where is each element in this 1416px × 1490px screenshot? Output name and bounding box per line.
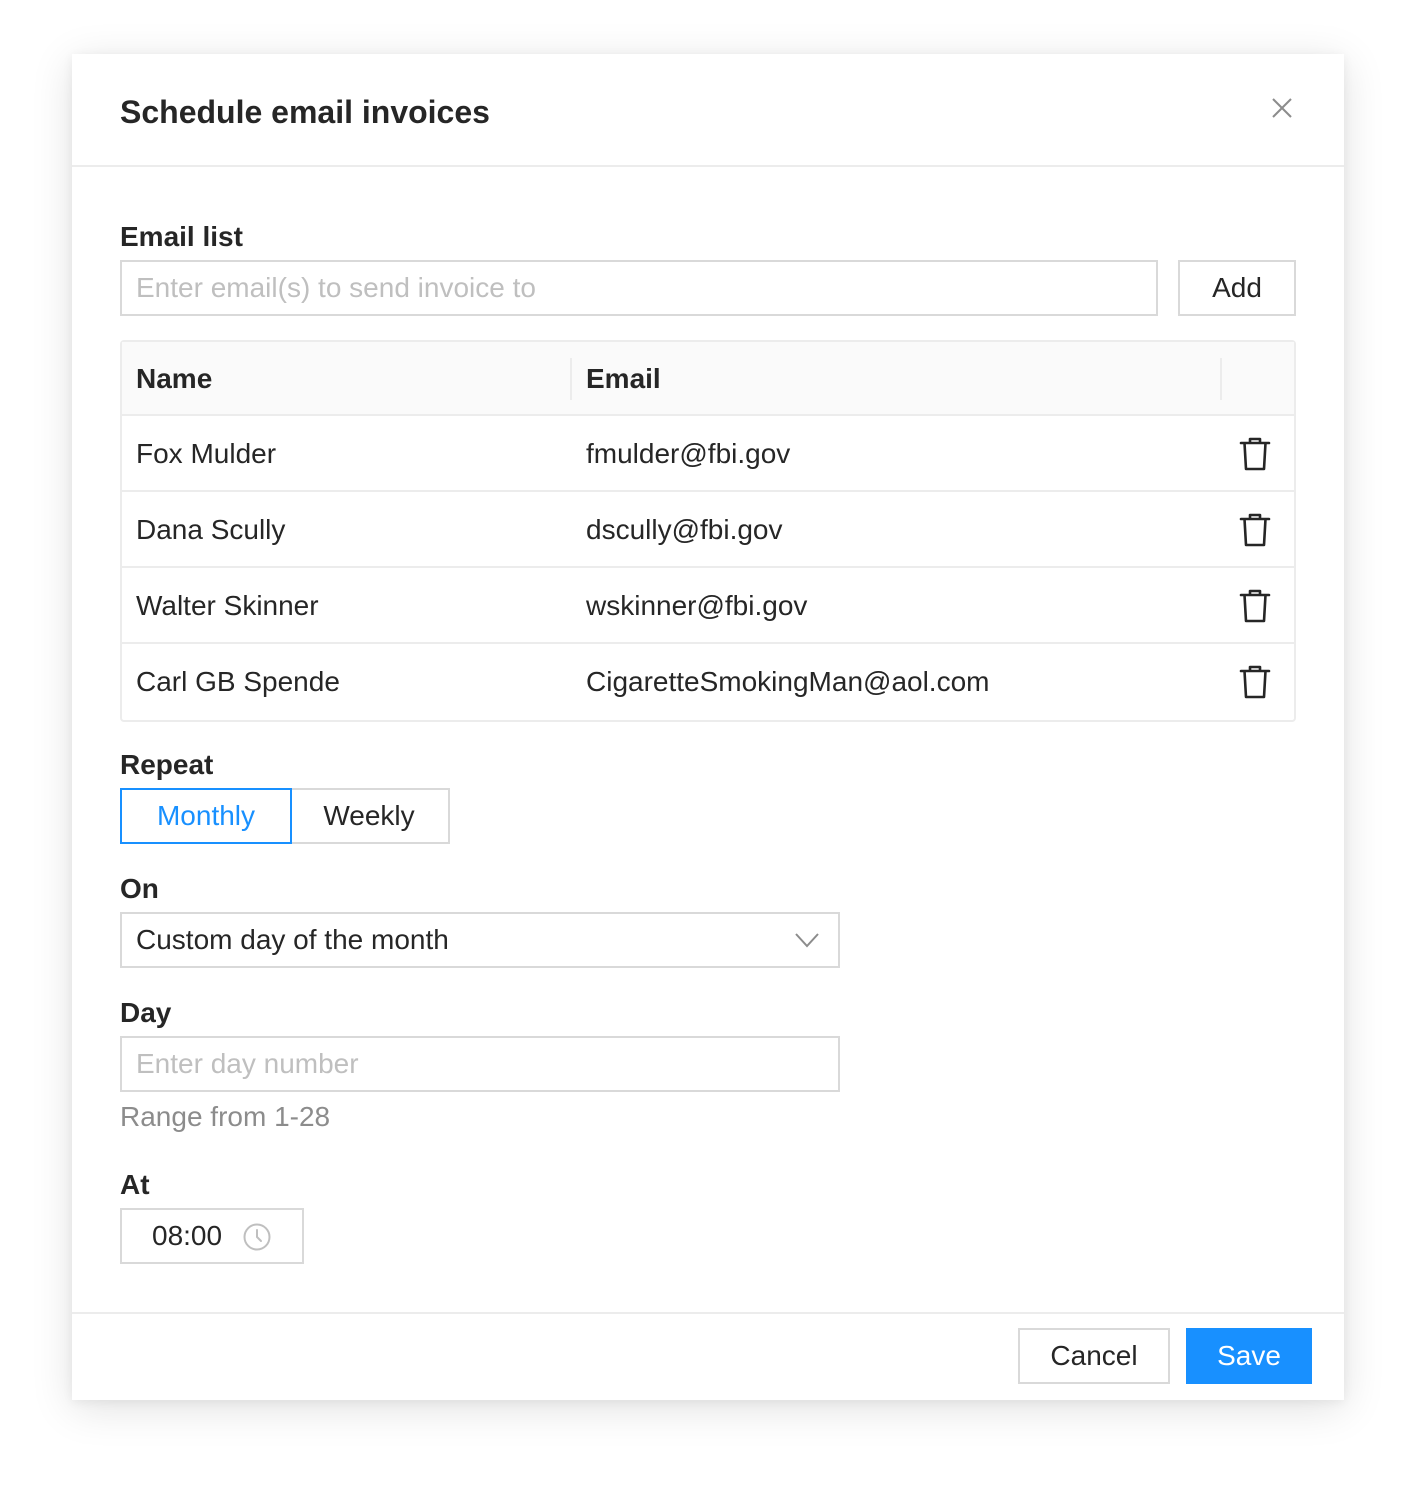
repeat-label: Repeat <box>120 749 214 780</box>
row-name: Dana Scully <box>136 514 286 545</box>
clock-icon <box>243 1223 271 1251</box>
delete-row-button[interactable] <box>1238 512 1272 548</box>
trash-icon <box>1239 437 1271 471</box>
cancel-button[interactable]: Cancel <box>1018 1328 1170 1384</box>
at-label: At <box>120 1169 150 1200</box>
dialog-header: Schedule email invoices <box>72 54 1344 167</box>
close-button[interactable] <box>1268 94 1296 122</box>
table-row: Walter Skinner wskinner@fbi.gov <box>122 568 1294 644</box>
chevron-down-icon <box>795 933 819 948</box>
row-email: dscully@fbi.gov <box>586 514 783 545</box>
table-row: Fox Mulder fmulder@fbi.gov <box>122 416 1294 492</box>
row-name: Fox Mulder <box>136 438 277 469</box>
table-row: Dana Scully dscully@fbi.gov <box>122 492 1294 568</box>
column-header-email: Email <box>586 363 661 394</box>
email-input[interactable] <box>120 260 1158 316</box>
time-value: 08:00 <box>152 1220 223 1251</box>
trash-icon <box>1239 589 1271 623</box>
repeat-option-weekly[interactable]: Weekly <box>290 788 450 844</box>
trash-icon <box>1239 513 1271 547</box>
repeat-option-monthly[interactable]: Monthly <box>120 788 292 844</box>
on-label: On <box>120 873 159 904</box>
column-divider <box>1220 358 1222 400</box>
trash-icon <box>1239 665 1271 699</box>
email-list-label: Email list <box>120 221 243 252</box>
row-email: wskinner@fbi.gov <box>586 590 808 621</box>
time-picker[interactable]: 08:00 <box>120 1208 304 1264</box>
day-help-text: Range from 1-28 <box>120 1101 331 1132</box>
day-label: Day <box>120 997 172 1028</box>
row-email: fmulder@fbi.gov <box>586 438 791 469</box>
row-name: Walter Skinner <box>136 590 319 621</box>
column-header-name: Name <box>136 363 213 394</box>
delete-row-button[interactable] <box>1238 436 1272 472</box>
dialog-title: Schedule email invoices <box>120 94 490 130</box>
add-email-button[interactable]: Add <box>1178 260 1296 316</box>
day-input[interactable] <box>120 1036 840 1092</box>
on-select-value: Custom day of the month <box>136 924 449 955</box>
column-divider <box>570 358 572 400</box>
row-email: CigaretteSmokingMan@aol.com <box>586 666 990 697</box>
table-row: Carl GB Spende CigaretteSmokingMan@aol.c… <box>122 644 1294 720</box>
email-table: Name Email Fox Mulder fmulder@fbi.gov Da… <box>120 340 1296 722</box>
close-icon <box>1272 98 1292 118</box>
delete-row-button[interactable] <box>1238 588 1272 624</box>
on-select[interactable]: Custom day of the month <box>120 912 840 968</box>
table-header: Name Email <box>122 342 1294 416</box>
schedule-email-dialog: Schedule email invoices Email list Add N… <box>72 54 1344 1400</box>
row-name: Carl GB Spende <box>136 666 340 697</box>
dialog-footer: Cancel Save <box>72 1312 1344 1400</box>
save-button[interactable]: Save <box>1186 1328 1312 1384</box>
delete-row-button[interactable] <box>1238 664 1272 700</box>
